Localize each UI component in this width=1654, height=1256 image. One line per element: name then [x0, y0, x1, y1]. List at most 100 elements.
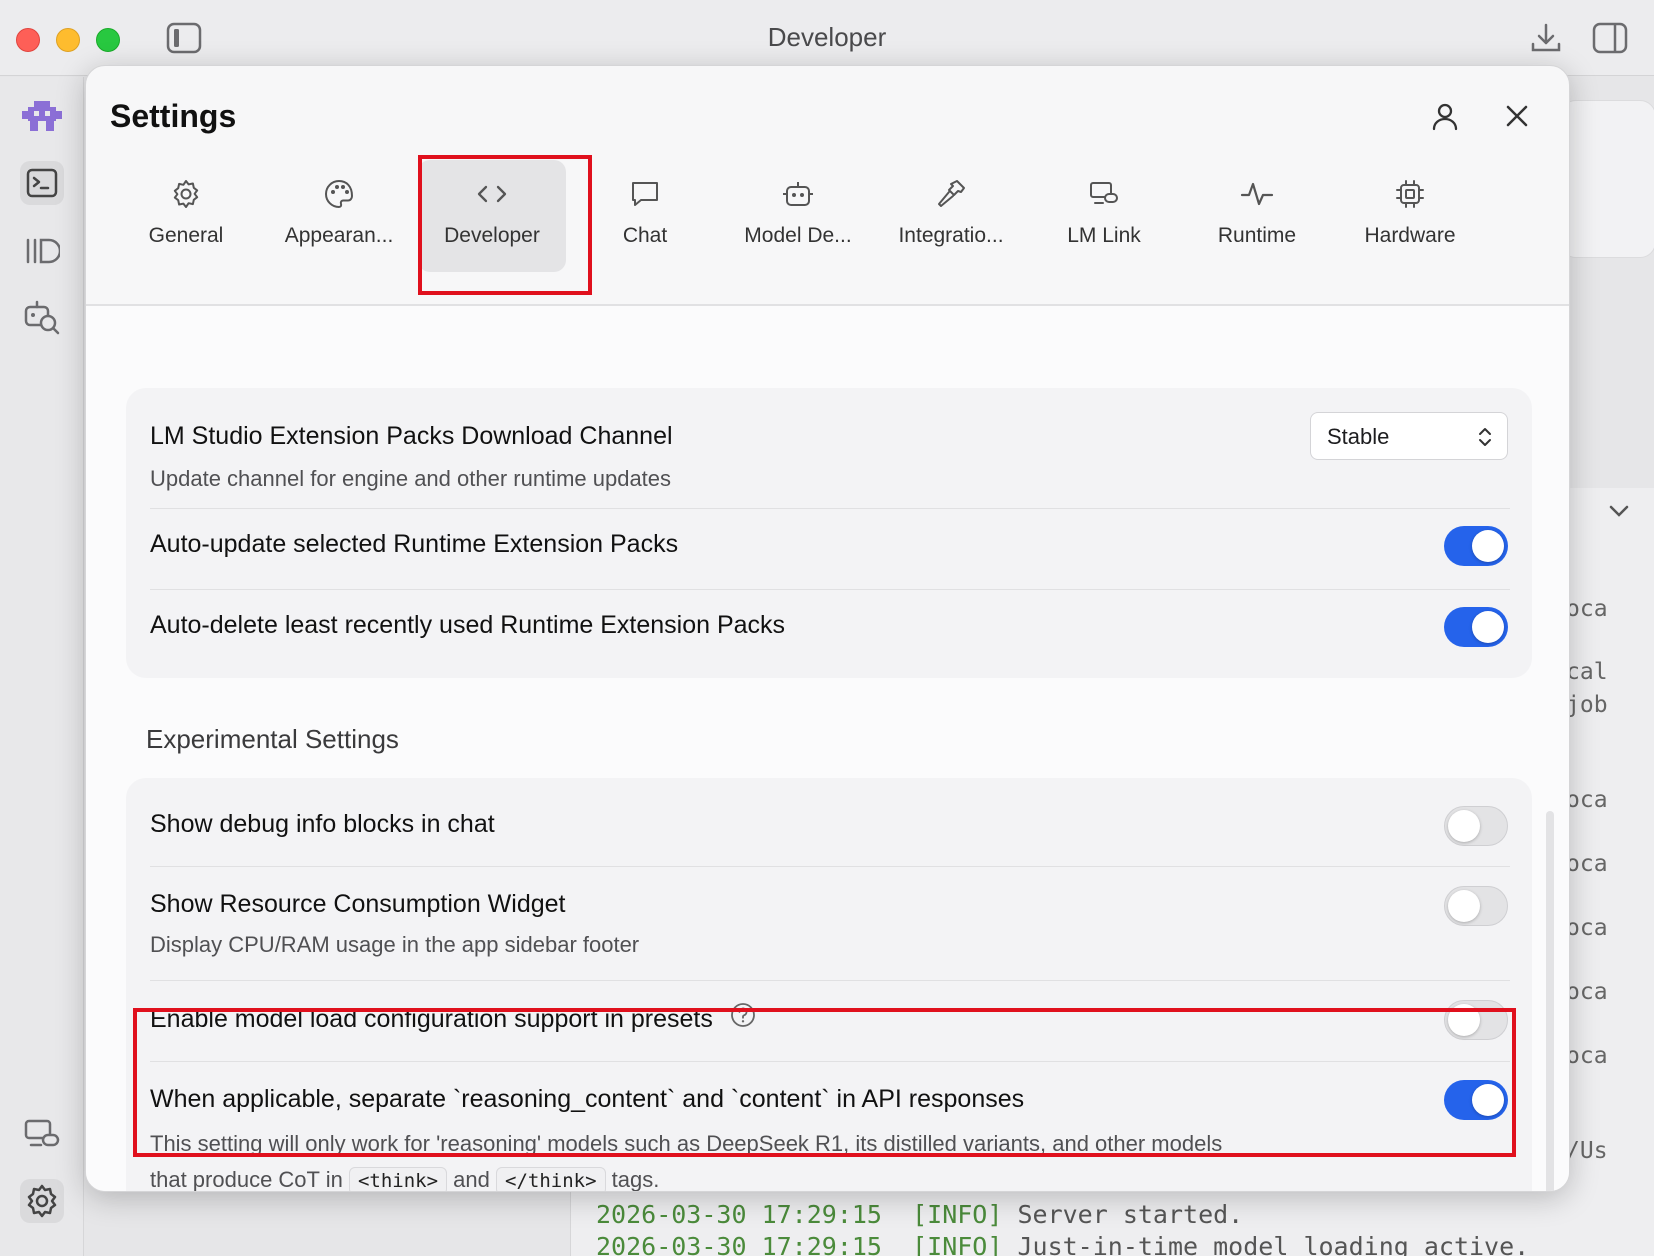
settings-modal: Settings General Appearan... Developer C… [85, 65, 1570, 1192]
tab-label: Hardware [1364, 224, 1456, 247]
debug-info-title: Show debug info blocks in chat [150, 810, 495, 838]
tab-developer[interactable]: Developer [418, 160, 566, 272]
gear-icon [173, 180, 199, 208]
tab-label: General [148, 224, 224, 247]
tab-appearance[interactable]: Appearan... [265, 160, 413, 272]
log-level: [INFO] [912, 1200, 1003, 1229]
log-fragment: oca [1566, 787, 1608, 813]
runtime-extension-card: LM Studio Extension Packs Download Chann… [126, 388, 1532, 678]
scrollbar[interactable] [1546, 811, 1554, 1191]
log-fragment: oca [1566, 979, 1608, 1005]
download-channel-subtitle: Update channel for engine and other runt… [150, 466, 672, 491]
tab-label: Model De... [744, 224, 852, 247]
reasoning-separation-row: When applicable, separate `reasoning_con… [150, 1085, 1510, 1192]
log-timestamp: 2026-03-30 17:29:15 [596, 1232, 882, 1256]
reasoning-description-line2: that produce CoT in [150, 1167, 343, 1192]
settings-gear-icon[interactable] [20, 1179, 64, 1223]
models-library-icon[interactable] [20, 229, 64, 273]
row-divider [150, 589, 1510, 590]
app-logo-icon[interactable] [20, 95, 64, 139]
model-load-config-title: Enable model load configuration support … [150, 1002, 1510, 1035]
background-panel [1560, 100, 1654, 258]
log-fragment: job [1566, 692, 1608, 718]
auto-update-row: Auto-update selected Runtime Extension P… [150, 530, 1510, 559]
chevron-down-icon[interactable] [1608, 504, 1630, 523]
settings-content: LM Studio Extension Packs Download Chann… [86, 306, 1569, 1192]
and-word: and [453, 1167, 490, 1192]
log-line: 2026-03-30 17:29:15 [INFO] Just-in-time … [596, 1232, 1529, 1256]
think-close-tag-code: </think> [496, 1167, 606, 1191]
window-title: Developer [767, 22, 887, 52]
chip-icon [1396, 180, 1424, 208]
think-open-tag-code: <think> [348, 1167, 448, 1191]
log-message: Server started. [1017, 1200, 1244, 1229]
download-channel-select[interactable]: Stable [1310, 412, 1508, 460]
log-fragment: /Us [1566, 1138, 1608, 1164]
tab-label: LM Link [1067, 224, 1141, 247]
close-settings-button[interactable] [1497, 96, 1537, 136]
tab-model-defaults[interactable]: Model De... [724, 160, 872, 272]
tab-hardware[interactable]: Hardware [1336, 160, 1484, 272]
tab-label: Developer [444, 224, 540, 247]
debug-info-toggle[interactable] [1444, 806, 1508, 846]
log-fragment: oca [1566, 1043, 1608, 1069]
close-icon [1506, 105, 1528, 127]
settings-tab-bar: General Appearan... Developer Chat Model… [104, 160, 1564, 272]
auto-delete-title: Auto-delete least recently used Runtime … [150, 611, 786, 639]
experimental-card: Show debug info blocks in chat Show Reso… [126, 778, 1532, 1192]
chat-bubble-icon [632, 182, 658, 206]
code-icon [477, 185, 507, 203]
tab-label: Integratio... [898, 224, 1004, 247]
log-fragment: cal [1566, 659, 1608, 685]
auto-delete-toggle[interactable] [1444, 607, 1508, 647]
tab-label: Runtime [1217, 224, 1297, 247]
help-circle-icon[interactable] [730, 1002, 756, 1035]
right-panel-toggle-icon[interactable] [1592, 20, 1628, 61]
tags-word: tags. [611, 1167, 660, 1192]
developer-console-icon[interactable] [20, 161, 64, 205]
log-line: 2026-03-30 17:29:15 [INFO] Server starte… [596, 1200, 1243, 1229]
hammer-icon [938, 180, 965, 207]
auto-update-toggle[interactable] [1444, 526, 1508, 566]
download-channel-value: Stable [1327, 424, 1390, 449]
download-channel-row: LM Studio Extension Packs Download Chann… [150, 422, 1510, 497]
lm-link-devices-icon[interactable] [20, 1113, 64, 1157]
model-load-config-label: Enable model load configuration support … [150, 1005, 713, 1033]
log-message: Just-in-time model loading active. [1017, 1232, 1530, 1256]
log-fragment: oca [1566, 596, 1608, 622]
resource-widget-toggle[interactable] [1444, 886, 1508, 926]
model-load-config-row: Enable model load configuration support … [150, 1002, 1510, 1035]
log-timestamp: 2026-03-30 17:29:15 [596, 1200, 882, 1229]
log-level: [INFO] [912, 1232, 1003, 1256]
row-divider [150, 866, 1510, 867]
app-sidebar [0, 77, 84, 1256]
user-icon [1432, 103, 1458, 131]
model-load-config-toggle[interactable] [1444, 1000, 1508, 1040]
palette-icon [324, 179, 354, 209]
pulse-icon [1240, 182, 1274, 206]
reasoning-separation-toggle[interactable] [1444, 1080, 1508, 1120]
auto-delete-row: Auto-delete least recently used Runtime … [150, 611, 1510, 640]
row-divider [150, 980, 1510, 981]
settings-title: Settings [110, 98, 237, 134]
auto-update-title: Auto-update selected Runtime Extension P… [150, 530, 679, 558]
tab-integrations[interactable]: Integratio... [877, 160, 1025, 272]
row-divider [150, 1061, 1510, 1062]
reasoning-separation-title: When applicable, separate `reasoning_con… [150, 1085, 1025, 1113]
download-icon[interactable] [1528, 20, 1564, 61]
experimental-section-title: Experimental Settings [146, 724, 399, 754]
reasoning-description-line1: This setting will only work for 'reasoni… [150, 1131, 1223, 1156]
tab-runtime[interactable]: Runtime [1183, 160, 1331, 272]
robot-icon [783, 182, 813, 206]
tab-lm-link[interactable]: LM Link [1030, 160, 1178, 272]
account-button[interactable] [1425, 96, 1465, 136]
tab-general[interactable]: General [112, 160, 260, 272]
debug-info-row: Show debug info blocks in chat [150, 810, 1510, 839]
download-channel-title: LM Studio Extension Packs Download Chann… [150, 422, 673, 450]
resource-widget-title: Show Resource Consumption Widget [150, 890, 566, 918]
reasoning-separation-description: This setting will only work for 'reasoni… [150, 1126, 1510, 1192]
tab-label: Appearan... [284, 224, 394, 247]
discover-search-icon[interactable] [20, 295, 64, 339]
tab-chat[interactable]: Chat [571, 160, 719, 272]
resource-widget-row: Show Resource Consumption Widget Display… [150, 890, 1510, 963]
